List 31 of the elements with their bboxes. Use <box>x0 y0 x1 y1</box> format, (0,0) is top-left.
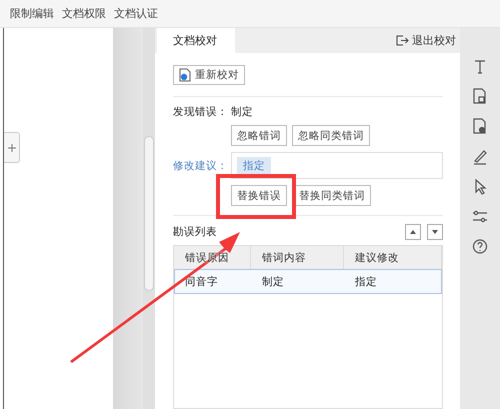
table-cell-text: 指定 <box>354 274 378 290</box>
down-triangle-icon <box>432 230 438 234</box>
plus-icon <box>8 144 16 152</box>
replace-button[interactable]: 替换错误 <box>231 185 287 206</box>
help-icon[interactable] <box>472 238 488 255</box>
panel-tab[interactable]: 文档校对 <box>157 28 235 53</box>
move-down-button[interactable] <box>427 224 443 240</box>
replace-button[interactable]: 替换同类错词 <box>293 185 371 206</box>
add-button[interactable] <box>4 132 20 163</box>
menu-item[interactable]: 限制编辑 <box>10 6 54 21</box>
exit-button[interactable]: 退出校对 <box>390 28 460 53</box>
ignore-button[interactable]: 忽略错词 <box>231 125 287 146</box>
text-icon[interactable] <box>472 58 488 75</box>
suggestion-label: 修改建议： <box>173 158 229 172</box>
move-up-button[interactable] <box>405 224 421 240</box>
found-error-label: 发现错误： <box>173 105 229 119</box>
menu-item[interactable]: 文档权限 <box>62 6 106 21</box>
document-record-icon[interactable] <box>472 118 488 135</box>
ignore-button[interactable]: 忽略同类错词 <box>292 125 370 146</box>
document-refresh-icon <box>179 68 191 82</box>
list-title: 勘误列表 <box>173 225 217 239</box>
table-cell-text: 制定 <box>261 274 285 290</box>
document-icon[interactable] <box>472 88 488 105</box>
up-triangle-icon <box>410 230 416 234</box>
recheck-button[interactable]: 重新校对 <box>173 65 245 85</box>
settings-icon[interactable] <box>472 208 488 225</box>
pen-icon[interactable] <box>472 148 488 165</box>
exit-icon <box>396 35 409 46</box>
menu-item[interactable]: 文档认证 <box>114 6 158 21</box>
found-error-value: 制定 <box>231 105 253 119</box>
scrollbar-thumb[interactable] <box>144 136 154 291</box>
